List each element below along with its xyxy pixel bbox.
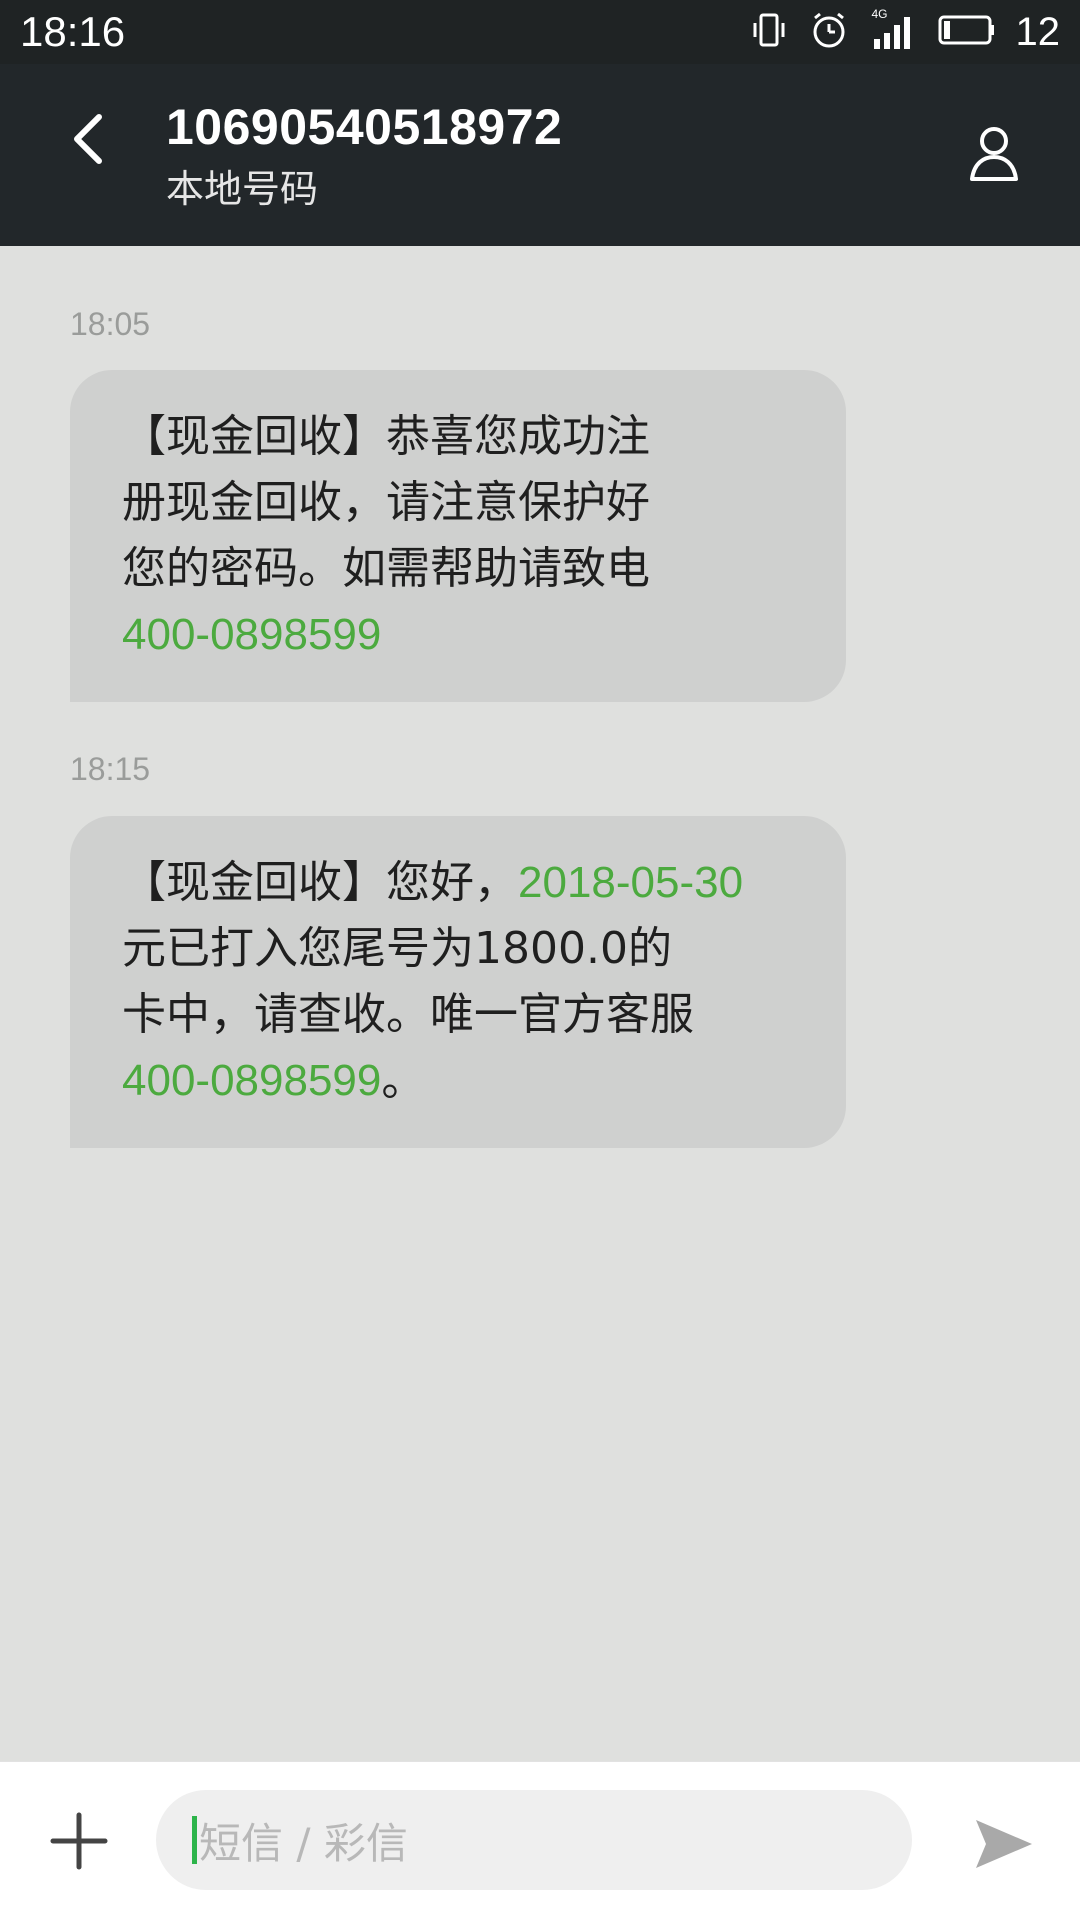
message-line: 【现金回收】恭喜您成功注	[122, 411, 650, 462]
send-icon	[972, 1814, 1036, 1878]
text-cursor	[192, 1816, 197, 1864]
contact-person-icon	[966, 123, 1022, 189]
message-bubble[interactable]: 【现金回收】您好，2018-05-30 元已打入您尾号为1800.0的 卡中，请…	[70, 816, 846, 1148]
phone-link[interactable]: 400-0898599	[122, 610, 381, 659]
message-line: 【现金回收】您好，2018-05-30	[122, 850, 806, 916]
message-line: 卡中，请查收。唯一官方客服	[122, 989, 694, 1040]
vibrate-icon	[750, 11, 788, 53]
add-attachment-button[interactable]	[44, 1808, 114, 1878]
alarm-icon	[808, 9, 850, 55]
status-icons: 4G 12	[750, 7, 1061, 56]
message-line: 您的密码。如需帮助请致电	[122, 543, 650, 594]
message-timestamp: 18:05	[70, 306, 151, 342]
message-input-placeholder: 短信 / 彩信	[199, 1818, 408, 1868]
message-timestamp: 18:15	[70, 751, 151, 787]
date-link[interactable]: 2018-05-30	[518, 858, 743, 907]
contact-button[interactable]	[954, 116, 1034, 196]
conversation-subtitle: 本地号码	[166, 167, 319, 211]
phone-link[interactable]: 400-0898599	[122, 1056, 381, 1105]
message-line: 元已打入您尾号为1800.0的	[122, 923, 672, 974]
message-line: 400-0898599	[122, 602, 806, 668]
signal-icon: 4G	[870, 7, 918, 55]
message-bubble[interactable]: 【现金回收】恭喜您成功注 册现金回收，请注意保护好 您的密码。如需帮助请致电 4…	[70, 370, 846, 702]
message-line: 400-0898599。	[122, 1048, 806, 1114]
battery-level: 12	[1015, 10, 1061, 54]
message-text: 。	[381, 1055, 426, 1106]
battery-icon	[938, 13, 996, 51]
message-input[interactable]: 短信 / 彩信	[156, 1790, 912, 1890]
message-text: 【现金回收】您好，	[122, 857, 518, 908]
back-button[interactable]	[54, 106, 124, 176]
conversation-title: 10690540518972	[166, 99, 563, 155]
add-icon	[49, 1811, 109, 1875]
conversation-header: 10690540518972 本地号码	[0, 64, 1080, 246]
status-bar: 18:16 4G 12	[0, 0, 1080, 64]
send-button[interactable]	[966, 1808, 1042, 1884]
back-arrow-icon	[69, 111, 109, 171]
message-composer: 短信 / 彩信	[0, 1761, 1080, 1921]
message-line: 册现金回收，请注意保护好	[122, 477, 650, 528]
message-list[interactable]: 18:05 【现金回收】恭喜您成功注 册现金回收，请注意保护好 您的密码。如需帮…	[0, 246, 1080, 1761]
network-type: 4G	[871, 7, 888, 21]
status-time: 18:16	[20, 8, 126, 55]
